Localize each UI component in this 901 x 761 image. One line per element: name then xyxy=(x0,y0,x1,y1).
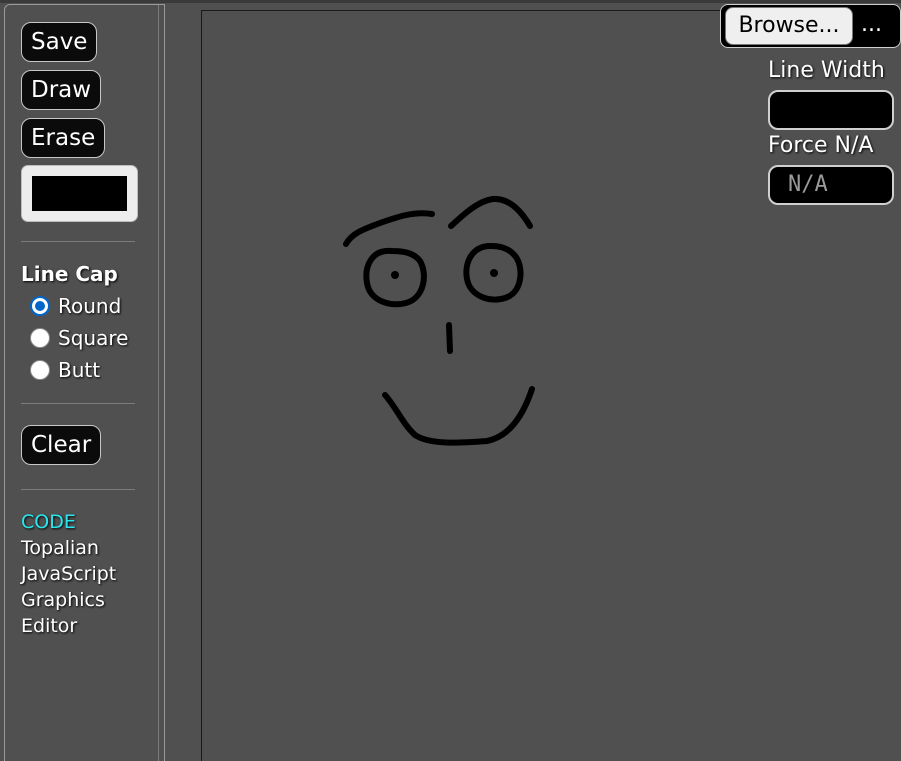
drawing-left-pupil xyxy=(391,271,399,279)
app-page: Save Draw Erase Line Cap Round Square Bu… xyxy=(0,0,901,761)
line-cap-title: Line Cap xyxy=(21,262,118,286)
force-na-label: Force N/A xyxy=(768,133,874,158)
line-cap-square-option[interactable]: Square xyxy=(30,324,128,352)
drawing-right-eyebrow xyxy=(448,195,533,229)
file-input[interactable]: Browse... ... xyxy=(720,4,901,48)
line-cap-square-radio[interactable] xyxy=(30,328,50,348)
draw-button[interactable]: Draw xyxy=(21,70,102,110)
drawing-nose xyxy=(446,322,453,354)
clear-button[interactable]: Clear xyxy=(21,425,102,465)
color-picker[interactable] xyxy=(21,165,138,222)
line-width-input[interactable] xyxy=(768,90,894,130)
line-cap-butt-option[interactable]: Butt xyxy=(30,356,100,384)
credits-line-3: Graphics xyxy=(21,589,105,611)
force-na-input[interactable]: N/A xyxy=(768,165,894,205)
sidebar-divider-3 xyxy=(21,489,135,490)
line-cap-round-radio[interactable] xyxy=(30,296,50,316)
line-cap-round-label: Round xyxy=(58,294,122,318)
credits-line-2: JavaScript xyxy=(21,563,117,585)
color-picker-fill xyxy=(32,176,127,211)
credits-code-link[interactable]: CODE xyxy=(21,509,116,535)
file-name-text: ... xyxy=(861,12,882,37)
drawing-mouth xyxy=(382,386,535,446)
credits: CODE Topalian JavaScript Graphics Editor xyxy=(21,509,116,639)
sidebar-divider-2 xyxy=(21,403,135,404)
save-button[interactable]: Save xyxy=(21,22,98,62)
erase-button[interactable]: Erase xyxy=(21,118,106,158)
line-width-label: Line Width xyxy=(768,58,885,83)
line-cap-square-label: Square xyxy=(58,326,129,350)
drawing-right-pupil xyxy=(490,269,498,277)
sidebar-divider xyxy=(158,5,159,761)
browse-button[interactable]: Browse... xyxy=(725,7,853,45)
sidebar: Save Draw Erase Line Cap Round Square Bu… xyxy=(4,4,165,761)
credits-line-4: Editor xyxy=(21,615,78,637)
line-cap-round-option[interactable]: Round xyxy=(30,292,121,320)
credits-line-1: Topalian xyxy=(21,537,99,559)
line-cap-butt-label: Butt xyxy=(58,358,101,382)
top-strip xyxy=(0,0,901,3)
drawing-left-eyebrow xyxy=(343,210,435,247)
sidebar-divider-1 xyxy=(21,241,135,242)
line-cap-butt-radio[interactable] xyxy=(30,360,50,380)
